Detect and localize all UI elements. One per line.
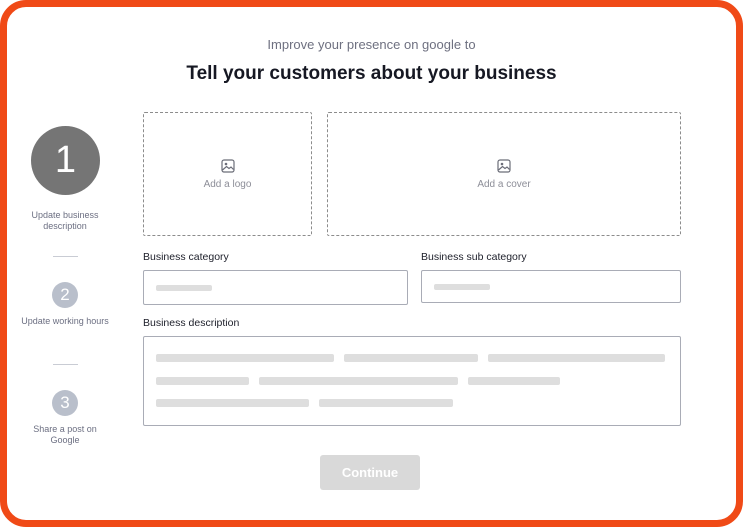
step-divider [53,364,78,365]
placeholder-line [259,377,458,385]
step-2-circle[interactable]: 2 [52,282,78,308]
placeholder-line [434,284,490,290]
placeholder-line [319,399,453,407]
step-3-label: Share a post on Google [33,424,97,445]
placeholder-line [156,377,249,385]
business-sub-category-field[interactable] [421,270,681,303]
business-description-label: Business description [143,317,240,329]
add-cover-label: Add a cover [477,178,531,190]
placeholder-line [468,377,560,385]
image-icon [220,158,235,173]
step-divider [53,256,78,257]
add-cover-dropzone[interactable]: Add a cover [327,112,681,236]
business-description-field[interactable] [143,336,681,426]
placeholder-line [156,399,309,407]
placeholder-line [156,285,212,291]
page-title: Tell your customers about your business [186,63,557,84]
step-2-label: Update working hours [21,316,109,326]
business-category-label: Business category [143,251,229,263]
continue-button[interactable]: Continue [320,455,420,490]
header-subtitle: Improve your presence on google to [267,37,476,52]
add-logo-dropzone[interactable]: Add a logo [143,112,312,236]
step-1-label: Update business description [31,210,99,231]
image-icon [497,158,511,173]
step-1-circle[interactable]: 1 [31,126,100,195]
business-sub-category-label: Business sub category [421,251,527,263]
step-3-circle[interactable]: 3 [52,390,78,416]
placeholder-line [488,354,665,362]
placeholder-line [344,354,478,362]
placeholder-line [156,354,334,362]
business-category-field[interactable] [143,270,408,305]
add-logo-label: Add a logo [203,178,252,190]
